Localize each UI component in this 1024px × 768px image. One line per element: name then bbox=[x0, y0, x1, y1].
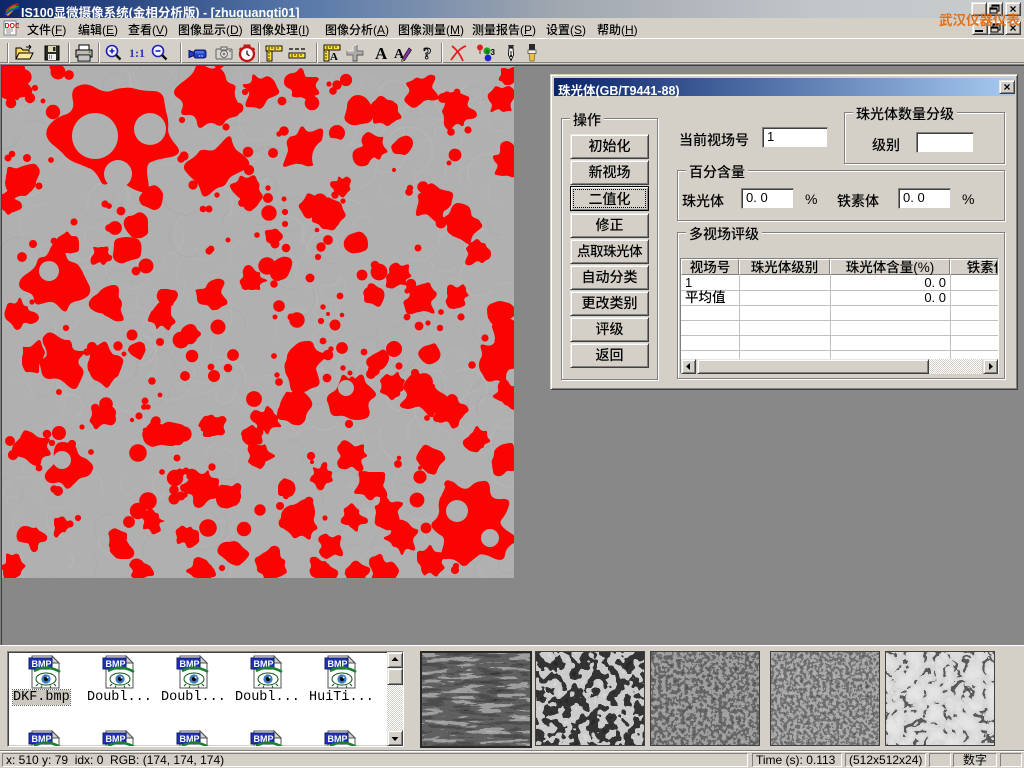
svg-text:0. 0: 0. 0 bbox=[924, 275, 946, 290]
svg-text:A: A bbox=[375, 44, 388, 63]
svg-text:3: 3 bbox=[491, 48, 496, 57]
svg-text:?: ? bbox=[423, 44, 432, 63]
svg-text:平均值: 平均值 bbox=[685, 286, 726, 306]
svg-text:A: A bbox=[330, 51, 338, 63]
svg-text:1:1: 1:1 bbox=[129, 46, 145, 60]
svg-text:0. 0: 0. 0 bbox=[924, 290, 946, 305]
